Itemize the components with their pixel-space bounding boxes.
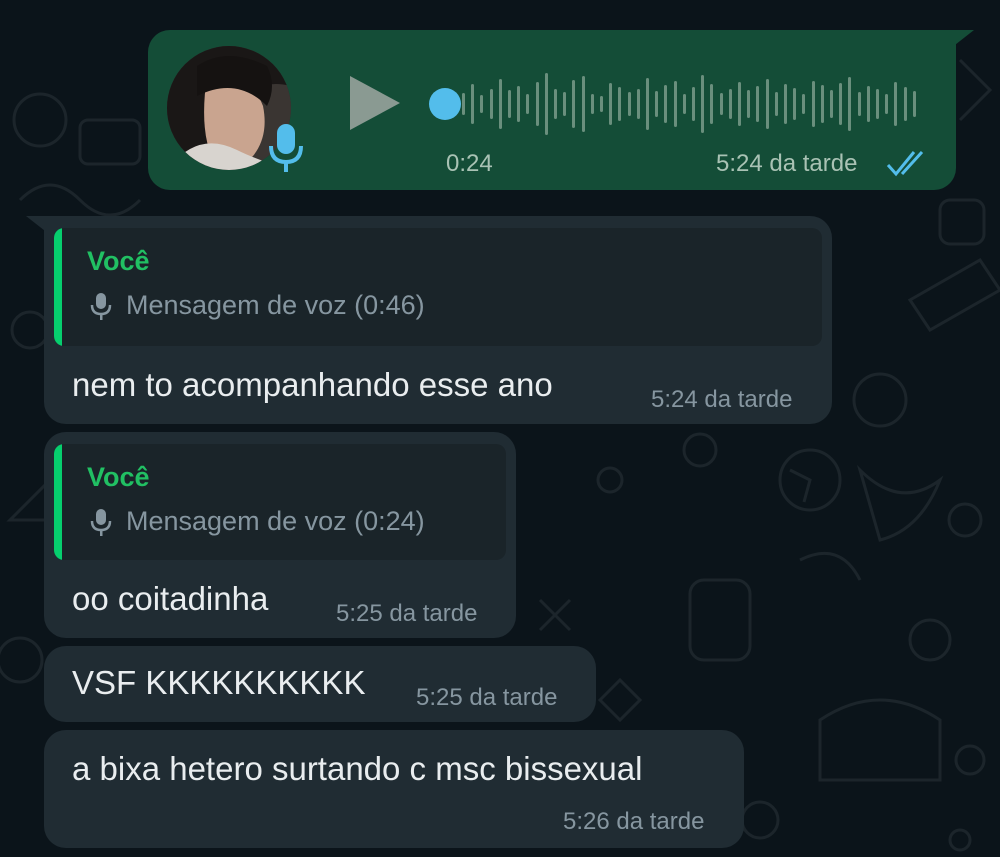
waveform-bar <box>894 82 898 126</box>
waveform-bar <box>636 89 640 119</box>
waveform-bar <box>692 87 695 121</box>
message-text: a bixa hetero surtando c msc bissexual <box>72 750 643 787</box>
waveform-bar <box>848 77 852 131</box>
waveform-bar <box>590 94 594 114</box>
waveform-bar <box>498 79 502 129</box>
bubble-tail <box>26 216 54 238</box>
waveform-bar <box>912 91 916 117</box>
message-text: nem to acompanhando esse ano <box>72 366 553 403</box>
waveform-bar <box>839 83 843 125</box>
waveform-bar <box>572 80 576 128</box>
waveform-bar <box>517 86 521 122</box>
message-time: 5:26 da tarde <box>563 808 705 835</box>
waveform-bar <box>830 90 833 118</box>
waveform-bar <box>508 90 511 118</box>
mic-icon <box>90 508 112 536</box>
mic-icon <box>269 124 303 172</box>
waveform-bar <box>765 79 769 129</box>
message-time: 5:24 da tarde <box>716 150 858 177</box>
playback-scrubber[interactable] <box>429 88 461 120</box>
waveform-bar <box>710 84 714 124</box>
message-time: 5:25 da tarde <box>416 684 558 711</box>
play-icon[interactable] <box>346 72 404 134</box>
waveform-bar <box>655 91 659 117</box>
quote-body: Mensagem de voz (0:46) <box>90 290 425 321</box>
waveform-bar <box>627 92 631 116</box>
waveform-bar <box>811 81 815 127</box>
waveform-bar <box>784 84 787 124</box>
waveform-bar <box>719 93 723 115</box>
waveform-bar <box>747 90 751 118</box>
waveform-bar <box>664 85 668 123</box>
bubble-tail <box>946 30 974 52</box>
waveform-bar <box>793 88 797 120</box>
waveform-bar <box>480 95 484 113</box>
quote-accent-bar <box>54 444 62 560</box>
waveform-bar <box>876 89 879 119</box>
waveform-bar <box>462 93 465 115</box>
waveform-bar <box>609 83 613 125</box>
waveform-bar <box>903 87 907 121</box>
waveform-bar <box>802 94 806 114</box>
waveform-bar <box>535 82 539 126</box>
message-text: VSF KKKKKKKKKK <box>72 664 366 701</box>
waveform-bar <box>738 82 741 126</box>
message-time: 5:25 da tarde <box>336 600 478 627</box>
waveform-bar <box>526 94 530 114</box>
waveform-bar <box>682 94 686 114</box>
waveform-bar <box>701 75 705 133</box>
waveform-bar <box>554 89 557 119</box>
quoted-message[interactable]: Você Mensagem de voz (0:46) <box>54 228 822 346</box>
mic-icon <box>90 292 112 320</box>
waveform-bar <box>581 76 585 132</box>
quoted-message[interactable]: Você Mensagem de voz (0:24) <box>54 444 506 560</box>
waveform-bar <box>600 96 603 112</box>
voice-waveform[interactable] <box>462 68 922 140</box>
message-text: oo coitadinha <box>72 580 269 617</box>
waveform-bar <box>489 89 493 119</box>
waveform-bar <box>728 89 732 119</box>
waveform-bar <box>618 87 622 121</box>
waveform-bar <box>885 94 889 114</box>
voice-duration: 0:24 <box>446 150 493 177</box>
quote-text: Mensagem de voz (0:46) <box>126 290 425 320</box>
quote-accent-bar <box>54 228 62 346</box>
waveform-bar <box>646 78 649 130</box>
message-time: 5:24 da tarde <box>651 386 793 413</box>
waveform-bar <box>774 92 778 116</box>
quote-body: Mensagem de voz (0:24) <box>90 506 425 537</box>
waveform-bar <box>544 73 548 135</box>
double-check-icon <box>886 150 924 177</box>
waveform-bar <box>673 81 677 127</box>
quote-author: Você <box>87 462 150 492</box>
waveform-bar <box>866 86 870 122</box>
quote-text: Mensagem de voz (0:24) <box>126 506 425 536</box>
quote-author: Você <box>87 246 150 276</box>
waveform-bar <box>563 92 567 116</box>
waveform-bar <box>756 86 760 122</box>
waveform-bar <box>471 84 475 124</box>
waveform-bar <box>857 92 861 116</box>
waveform-bar <box>820 85 824 123</box>
